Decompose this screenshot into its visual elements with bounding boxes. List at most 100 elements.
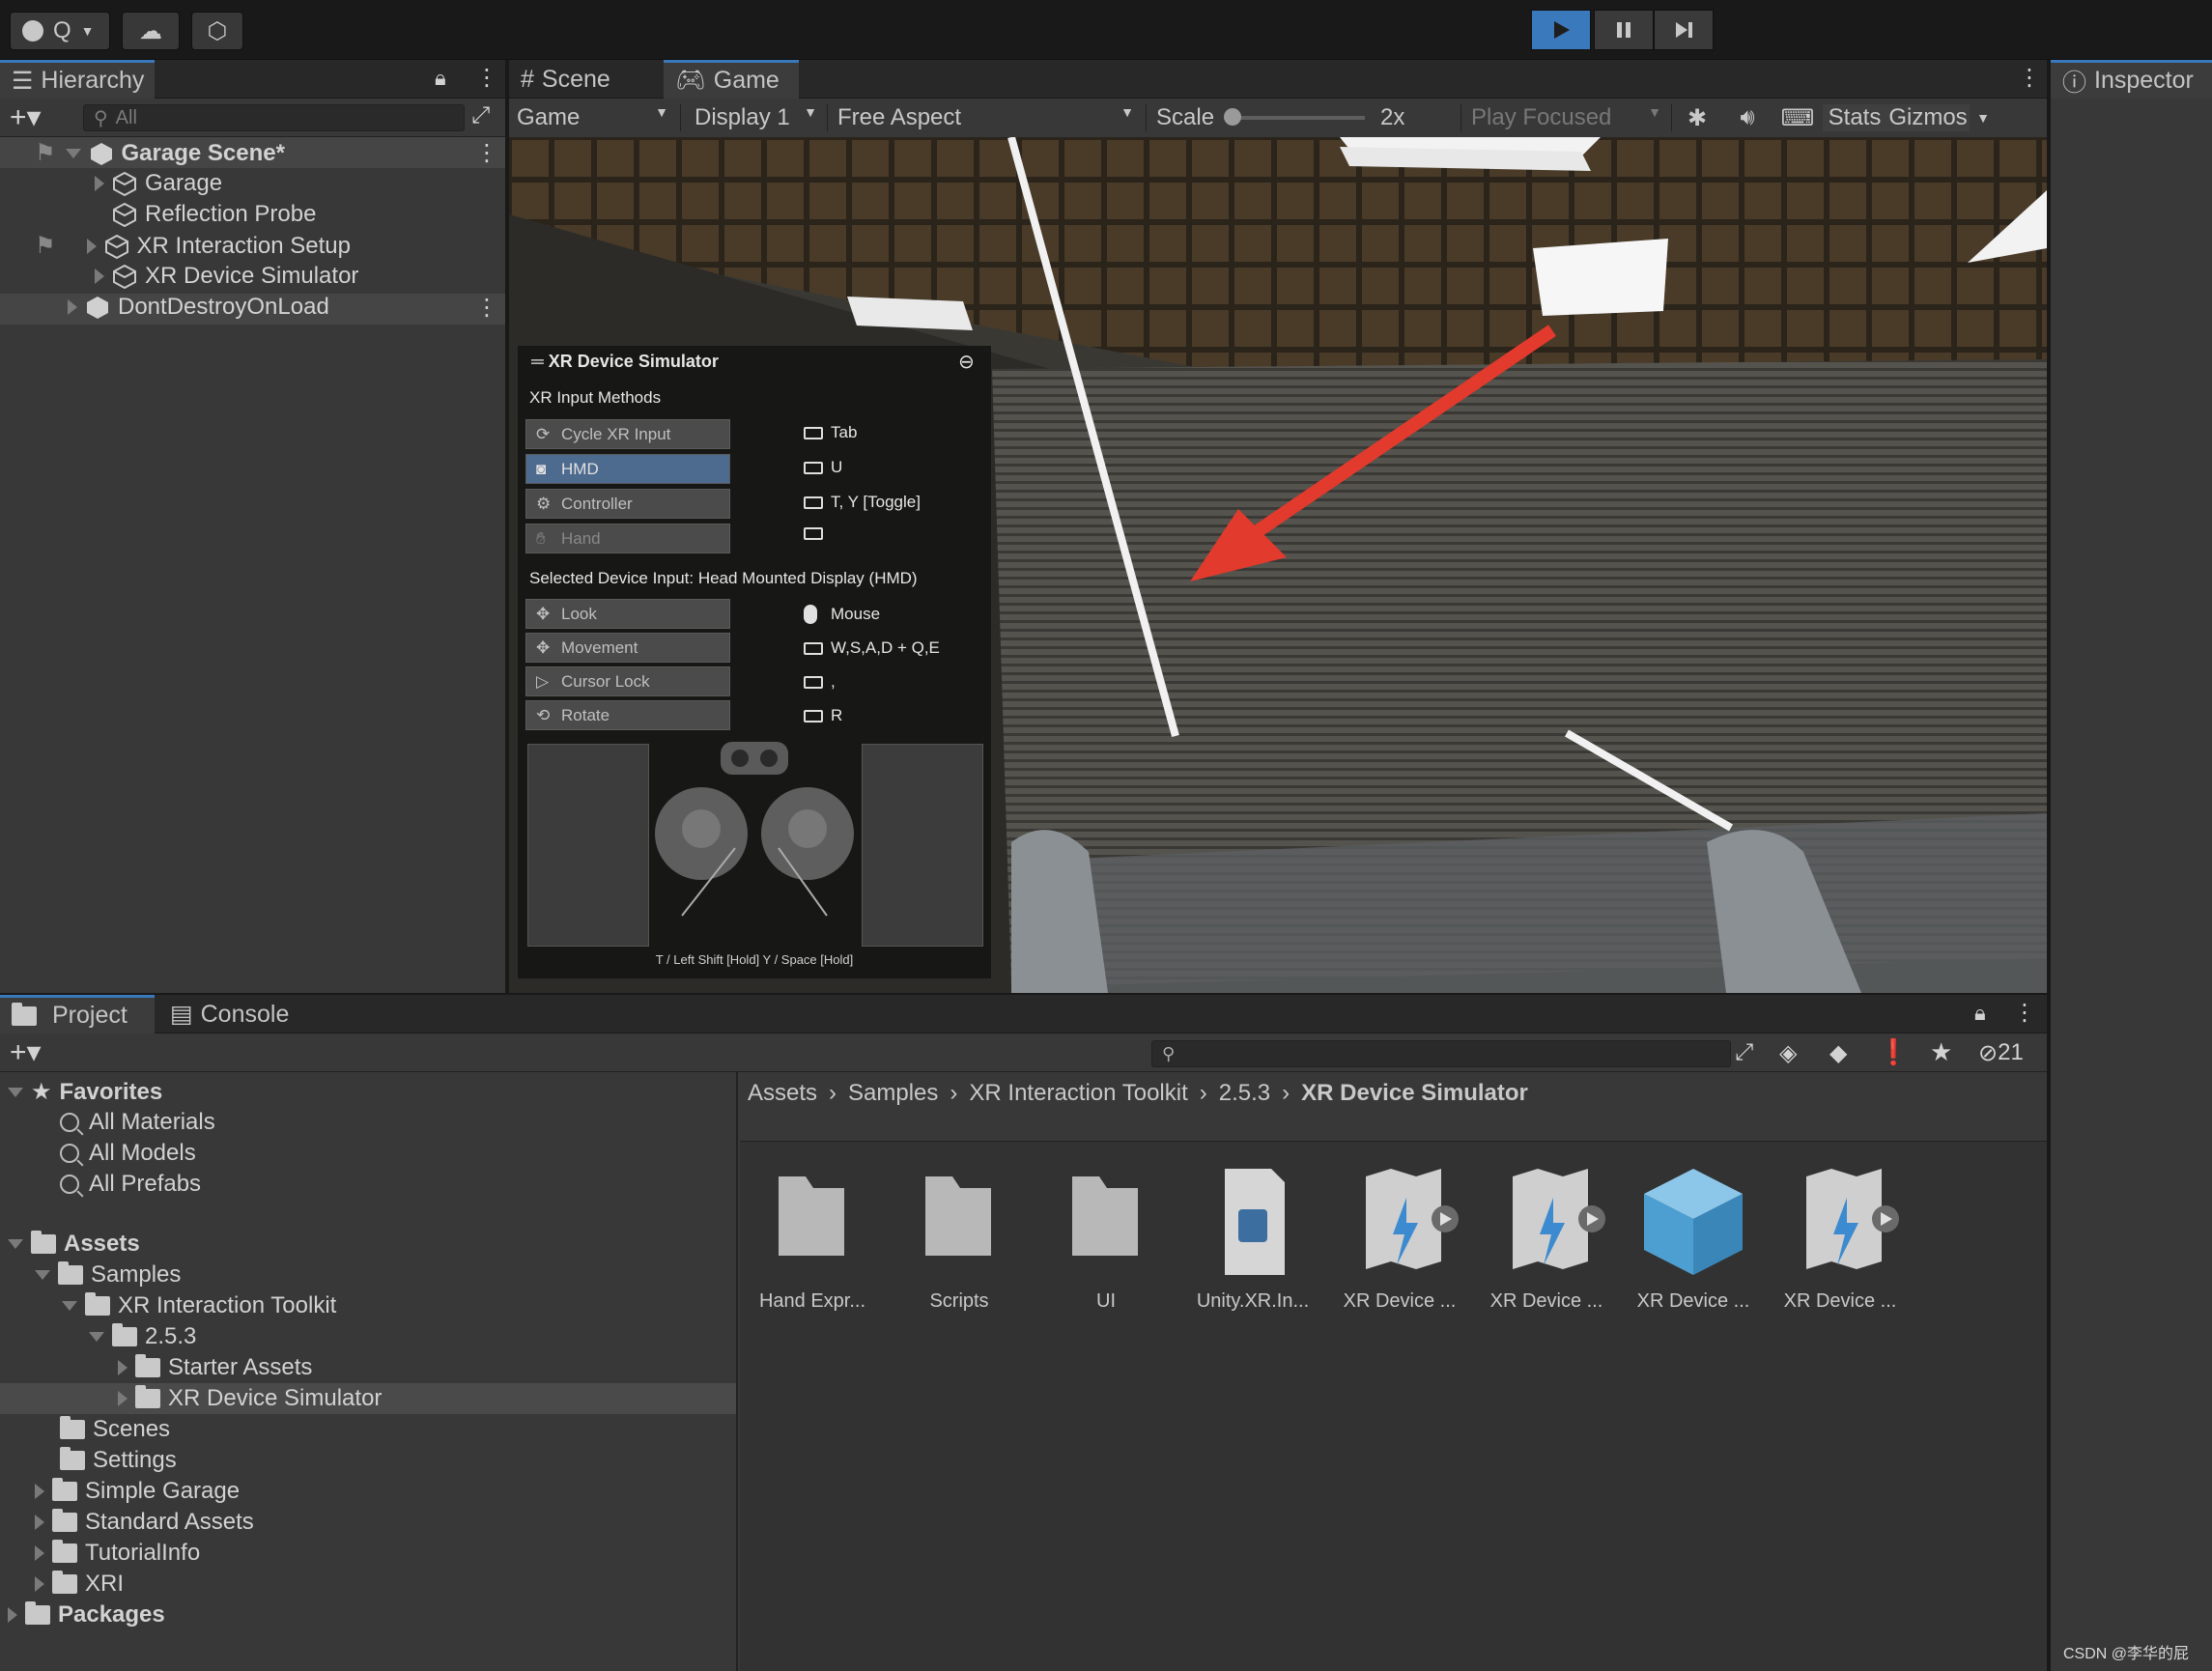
tree-item[interactable]: Starter Assets	[118, 1354, 312, 1381]
hidden-count: 21	[1998, 1039, 2024, 1065]
look-button[interactable]: ✥ Look	[525, 599, 730, 629]
cloud-button[interactable]: ☁	[122, 12, 180, 50]
asset-item[interactable]: Scripts	[896, 1169, 1022, 1312]
lock-icon[interactable]: 🔒︎	[435, 66, 446, 91]
scale-slider-thumb[interactable]	[1224, 108, 1242, 126]
more-icon[interactable]: ⋮	[2013, 999, 2036, 1027]
stats-button[interactable]: Stats	[1823, 104, 1886, 131]
hmd-button[interactable]: ◙ HMD	[525, 454, 730, 484]
rotate-button[interactable]: ⟲ Rotate	[525, 700, 730, 730]
movement-button[interactable]: ✥ Movement	[525, 633, 730, 663]
add-icon[interactable]: +▾	[10, 1035, 42, 1069]
audio-icon[interactable]: 🔊︎	[1722, 104, 1772, 131]
alert-icon[interactable]: ❗	[1878, 1037, 1909, 1067]
star-icon[interactable]: ★	[1930, 1037, 1952, 1067]
keyboard-icon	[804, 709, 823, 722]
filter-type-icon[interactable]: ◈	[1779, 1039, 1797, 1067]
play-button[interactable]	[1531, 10, 1591, 50]
keyboard-icon	[804, 675, 823, 689]
collab-button[interactable]: ⬡	[191, 12, 243, 50]
search-toggle-icon[interactable]: ⤢	[471, 102, 490, 129]
favorite-item[interactable]: All Prefabs	[60, 1171, 201, 1198]
breadcrumb-item[interactable]: 2.5.3	[1219, 1080, 1270, 1107]
bug-icon[interactable]: ✱	[1672, 104, 1722, 132]
folder-icon	[52, 1509, 77, 1532]
account-dropdown[interactable]: Q ▼	[10, 12, 110, 50]
breadcrumb-item[interactable]: Assets	[748, 1080, 817, 1107]
hand-button[interactable]: ✋︎ Hand	[525, 524, 730, 553]
project-search-input[interactable]: ⚲	[1151, 1040, 1731, 1067]
breadcrumb-item[interactable]: XR Device Simulator	[1301, 1080, 1528, 1107]
ddol-more-icon[interactable]: ⋮	[475, 294, 498, 322]
play-focused-dropdown[interactable]: Play Focused ▼	[1461, 104, 1672, 131]
tree-item[interactable]: XRI	[35, 1571, 124, 1598]
game-mode-dropdown[interactable]: Game ▼	[509, 104, 681, 131]
hand-icon: ✋︎	[536, 528, 546, 548]
tree-item[interactable]: Standard Assets	[35, 1509, 254, 1536]
favorites-header[interactable]: ★ Favorites	[8, 1078, 162, 1106]
scale-slider[interactable]	[1224, 108, 1366, 126]
collapse-icon[interactable]: ⊖	[958, 350, 975, 374]
hierarchy-item[interactable]: Reflection Probe	[112, 201, 316, 228]
asset-item[interactable]: XR Device ...	[1631, 1169, 1756, 1312]
label-icon[interactable]: ◆	[1829, 1039, 1847, 1067]
hierarchy-search-input[interactable]: ⚲ All	[83, 104, 465, 131]
add-icon[interactable]: +▾	[10, 100, 42, 134]
tree-item[interactable]: Assets	[8, 1231, 140, 1258]
cursor-lock-button[interactable]: ▷ Cursor Lock	[525, 666, 730, 696]
asset-label: XR Device ...	[1783, 1290, 1897, 1312]
controller-diagram-icon	[655, 742, 854, 917]
breadcrumb-item[interactable]: Samples	[848, 1080, 938, 1107]
game-more-icon[interactable]: ⋮	[2018, 64, 2041, 92]
tree-item-label: XR Interaction Toolkit	[118, 1292, 337, 1318]
hierarchy-item[interactable]: ⚑ Garage Scene*	[35, 139, 285, 167]
hierarchy-item[interactable]: XR Device Simulator	[95, 263, 358, 290]
tree-item[interactable]: XR Interaction Toolkit	[62, 1292, 336, 1319]
tree-item[interactable]: Simple Garage	[35, 1478, 240, 1505]
favorite-item[interactable]: All Materials	[60, 1109, 215, 1136]
breadcrumb-item[interactable]: XR Interaction Toolkit	[969, 1080, 1187, 1107]
drag-handle-icon: ═	[531, 352, 549, 371]
search-toggle-icon[interactable]: ⤢	[1735, 1039, 1753, 1066]
hierarchy-item[interactable]: ⚑ XR Interaction Setup	[35, 232, 351, 260]
asset-item[interactable]: XR Device ...	[1777, 1169, 1903, 1312]
more-icon[interactable]: ⋮	[475, 64, 498, 92]
tree-item[interactable]: Settings	[60, 1447, 177, 1474]
keyboard-icon[interactable]: ⌨	[1772, 104, 1823, 132]
asset-item[interactable]: UI	[1043, 1169, 1169, 1312]
tab-scene[interactable]: # Scene	[509, 60, 662, 99]
step-button[interactable]	[1654, 10, 1714, 50]
aspect-dropdown[interactable]: Free Aspect ▼	[828, 104, 1147, 131]
gizmos-button[interactable]: Gizmos	[1886, 104, 1970, 131]
simulator-title-row[interactable]: ═ XR Device Simulator	[531, 352, 719, 372]
asset-item[interactable]: Hand Expr...	[750, 1169, 875, 1312]
game-tab-label: Game	[713, 67, 780, 94]
asset-item[interactable]: Unity.XR.In...	[1190, 1169, 1316, 1312]
pause-button[interactable]	[1594, 10, 1654, 50]
key-binding: U	[804, 458, 842, 477]
tab-hierarchy[interactable]: ☰ Hierarchy	[0, 60, 155, 99]
lock-icon[interactable]: 🔒︎	[1974, 1001, 1986, 1026]
favorite-item[interactable]: All Models	[60, 1140, 196, 1167]
tab-inspector[interactable]: ⓘ Inspector	[2051, 60, 2212, 99]
controller-button[interactable]: ⚙ Controller	[525, 489, 730, 519]
tree-item[interactable]: Samples	[35, 1261, 181, 1289]
tree-item[interactable]: Scenes	[60, 1416, 170, 1443]
tree-item[interactable]: TutorialInfo	[35, 1540, 200, 1567]
asset-item[interactable]: XR Device ...	[1337, 1169, 1462, 1312]
tree-item[interactable]: 2.5.3	[89, 1323, 196, 1350]
tab-console[interactable]: ▤ Console	[158, 995, 313, 1034]
cycle-xr-input-button[interactable]: ⟳ Cycle XR Input	[525, 419, 730, 449]
hierarchy-item[interactable]: DontDestroyOnLoad	[68, 294, 329, 321]
scene-more-icon[interactable]: ⋮	[475, 139, 498, 167]
asset-item[interactable]: XR Device ...	[1484, 1169, 1609, 1312]
tab-project[interactable]: Project	[0, 995, 155, 1034]
display-dropdown[interactable]: Display 1 ▼	[681, 104, 828, 131]
tab-game[interactable]: 🎮︎ Game	[664, 60, 799, 99]
tree-item[interactable]: XR Device Simulator	[118, 1385, 382, 1412]
hierarchy-item[interactable]: Garage	[95, 170, 222, 197]
hidden-packages-toggle[interactable]: ⊘ 21	[1978, 1039, 2024, 1067]
chevron-down-icon[interactable]: ▼	[1970, 110, 1997, 126]
tree-item[interactable]: Packages	[8, 1601, 165, 1629]
tree-item-label: Settings	[93, 1447, 177, 1473]
